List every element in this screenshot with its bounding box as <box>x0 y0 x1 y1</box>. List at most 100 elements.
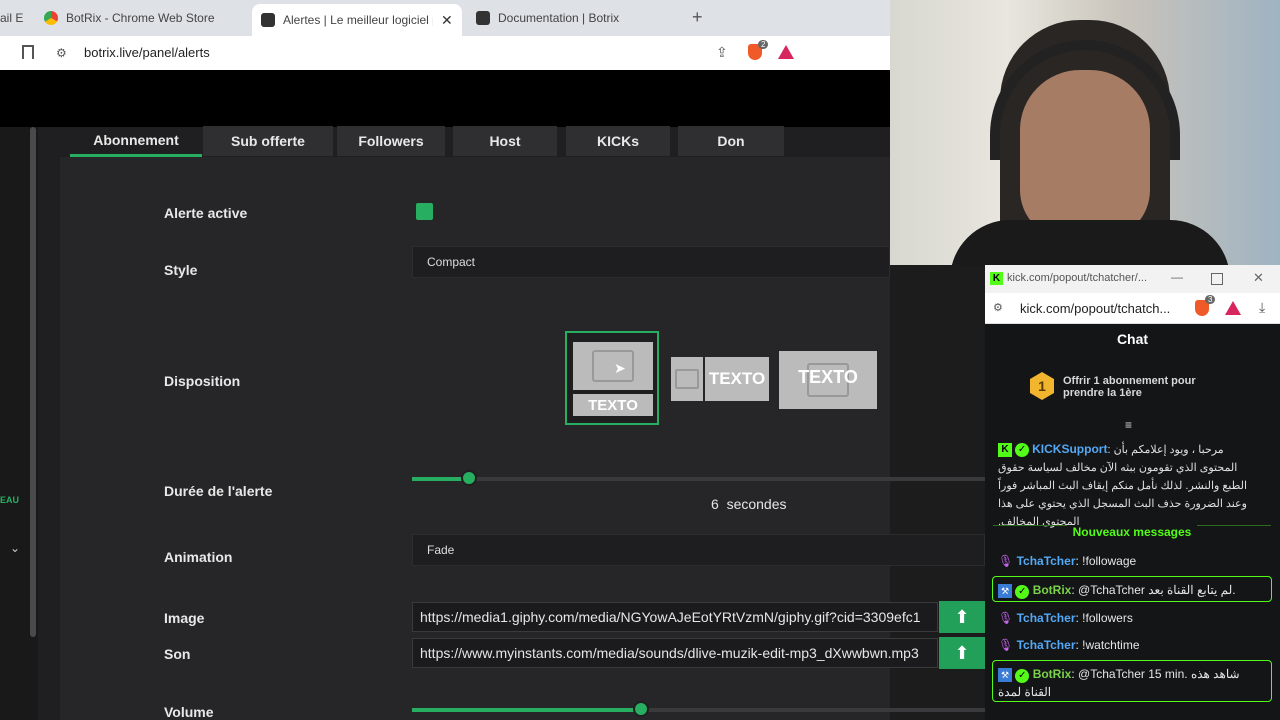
pinned-toggle-icon[interactable]: ≡ <box>1125 418 1132 432</box>
disposition-text-sample: TEXTO <box>573 394 653 416</box>
maximize-icon[interactable] <box>1211 273 1223 285</box>
image-url-input[interactable]: https://media1.giphy.com/media/NGYowAJeE… <box>412 602 938 632</box>
duration-unit: secondes <box>726 496 787 512</box>
chat-message-bot: ⚒ ✓ BotRix: @TchaTcher 15 min. شاهد هذه … <box>998 667 1240 699</box>
tab-gmail[interactable]: ail E <box>0 4 30 32</box>
chat-text: !followage <box>1082 554 1137 568</box>
site-settings-icon[interactable]: ⚙ <box>993 301 1003 314</box>
volume-label: Volume <box>164 704 214 720</box>
animation-label: Animation <box>164 549 233 565</box>
tab-alertes[interactable]: Alertes | Le meilleur logiciel pou ✕ <box>252 4 462 36</box>
new-messages-label: Nouveaux messages <box>1066 525 1198 539</box>
disposition-option-overlay[interactable]: TEXTO <box>779 351 877 409</box>
tab-abonnement[interactable]: Abonnement <box>70 126 202 157</box>
scrollbar[interactable] <box>30 127 36 637</box>
volume-slider-track[interactable] <box>412 701 985 717</box>
brave-badge: 2 <box>758 40 769 49</box>
upload-icon: ⬆ <box>954 642 970 663</box>
new-tab-button[interactable]: + <box>692 7 703 28</box>
chevron-down-icon[interactable]: ⌄ <box>10 541 20 555</box>
download-icon[interactable]: ⤓ <box>1259 299 1265 316</box>
chat-message: 🎙 TchaTcher: !followage <box>998 554 1137 568</box>
browser-tab-bar: ail E BotRix - Chrome Web Store Alertes … <box>0 0 890 36</box>
bot-badge-icon: ⚒ <box>998 584 1012 598</box>
brave-rewards-icon[interactable] <box>778 45 794 59</box>
webcam-feed <box>890 0 1280 265</box>
duration-slider-track[interactable] <box>412 470 985 486</box>
microphone-icon: 🎙 <box>998 638 1014 652</box>
tab-followers[interactable]: Followers <box>337 126 445 156</box>
volume-slider-fill <box>412 708 642 712</box>
new-messages-divider: Nouveaux messages <box>993 525 1271 540</box>
chat-text: @TchaTcher لم يتابع القناة بعد. <box>1078 583 1236 597</box>
chat-username[interactable]: TchaTcher <box>1017 611 1076 625</box>
site-settings-icon[interactable]: ⚙ <box>56 46 67 60</box>
disposition-option-horizontal[interactable]: TEXTO <box>670 355 770 403</box>
chat-message: 🎙 TchaTcher: !followers <box>998 611 1133 625</box>
chat-url[interactable]: kick.com/popout/tchatch... <box>1020 301 1170 316</box>
chat-username[interactable]: BotRix <box>1033 667 1072 681</box>
sidebar-badge: EAU <box>0 495 20 505</box>
gift-sub-promo[interactable]: Offrir 1 abonnement pour prendre la 1ère <box>1063 375 1213 399</box>
sound-url-input[interactable]: https://www.myinstants.com/media/sounds/… <box>412 638 938 668</box>
brave-rewards-icon[interactable] <box>1225 301 1241 315</box>
minimize-icon[interactable]: — <box>1171 270 1183 284</box>
disposition-label: Disposition <box>164 373 241 389</box>
url-text[interactable]: botrix.live/panel/alerts <box>84 45 210 60</box>
kick-logo-icon: K <box>998 443 1012 458</box>
kick-logo-icon: K <box>990 272 1003 285</box>
verified-icon: ✓ <box>1015 585 1030 599</box>
upload-icon: ⬆ <box>954 606 970 627</box>
microphone-icon: 🎙 <box>998 554 1014 568</box>
sound-label: Son <box>164 646 191 662</box>
tab-label: Documentation | Botrix <box>498 11 620 25</box>
tab-sub-offerte[interactable]: Sub offerte <box>203 126 333 156</box>
brave-badge: 3 <box>1205 295 1216 304</box>
top-navbar <box>0 70 890 127</box>
address-bar: ⚙ botrix.live/panel/alerts ⇪ 2 <box>0 36 890 71</box>
alert-settings-panel <box>60 157 890 720</box>
chat-message-bot: ⚒ ✓ BotRix: @TchaTcher لم يتابع القناة ب… <box>998 583 1236 599</box>
close-tab-icon[interactable]: ✕ <box>441 12 453 29</box>
chat-text: !followers <box>1082 611 1133 625</box>
support-username[interactable]: KICKSupport <box>1032 442 1107 456</box>
style-label: Style <box>164 262 198 278</box>
alert-active-checkbox[interactable] <box>416 203 433 220</box>
tab-documentation[interactable]: Documentation | Botrix <box>476 4 676 32</box>
verified-icon: ✓ <box>1015 669 1030 683</box>
style-select[interactable]: Compact <box>412 246 890 278</box>
chat-window-title: kick.com/popout/tchatcher/... <box>1007 272 1148 284</box>
chat-window-titlebar: K kick.com/popout/tchatcher/... — ✕ <box>985 265 1280 293</box>
chat-username[interactable]: BotRix <box>1033 583 1072 597</box>
chat-message: 🎙 TchaTcher: !watchtime <box>998 638 1140 652</box>
tab-chrome-web-store[interactable]: BotRix - Chrome Web Store <box>44 4 244 32</box>
share-icon[interactable]: ⇪ <box>716 44 728 61</box>
close-icon[interactable]: ✕ <box>1253 270 1264 286</box>
tab-host[interactable]: Host <box>453 126 557 156</box>
disposition-option-vertical[interactable]: TEXTO <box>565 331 659 425</box>
image-label: Image <box>164 610 205 626</box>
verified-icon: ✓ <box>1015 443 1030 458</box>
chat-username[interactable]: TchaTcher <box>1017 638 1076 652</box>
botrix-icon <box>261 13 275 27</box>
tab-label: ail E <box>0 11 24 25</box>
chrome-store-icon <box>44 11 58 25</box>
image-placeholder-icon <box>671 357 703 401</box>
bot-badge-icon: ⚒ <box>998 668 1012 682</box>
chat-header: Chat <box>1116 331 1149 347</box>
tab-kicks[interactable]: KICKs <box>566 126 670 156</box>
disposition-text-sample: TEXTO <box>798 367 858 387</box>
chat-username[interactable]: TchaTcher <box>1017 554 1076 568</box>
image-placeholder-icon <box>573 342 653 390</box>
mouse-cursor-icon: ➤ <box>614 360 626 376</box>
duration-label: Durée de l'alerte <box>164 483 273 499</box>
microphone-icon: 🎙 <box>998 611 1014 625</box>
chat-address-bar: ⚙ kick.com/popout/tchatch... 3 ⤓ <box>985 293 1280 324</box>
alert-active-label: Alerte active <box>164 205 248 221</box>
image-upload-button[interactable]: ⬆ <box>939 601 985 633</box>
animation-select[interactable]: Fade <box>412 534 985 566</box>
sound-upload-button[interactable]: ⬆ <box>939 637 985 669</box>
chat-text: !watchtime <box>1082 638 1140 652</box>
bookmark-icon[interactable] <box>22 45 34 59</box>
tab-don[interactable]: Don <box>678 126 784 156</box>
